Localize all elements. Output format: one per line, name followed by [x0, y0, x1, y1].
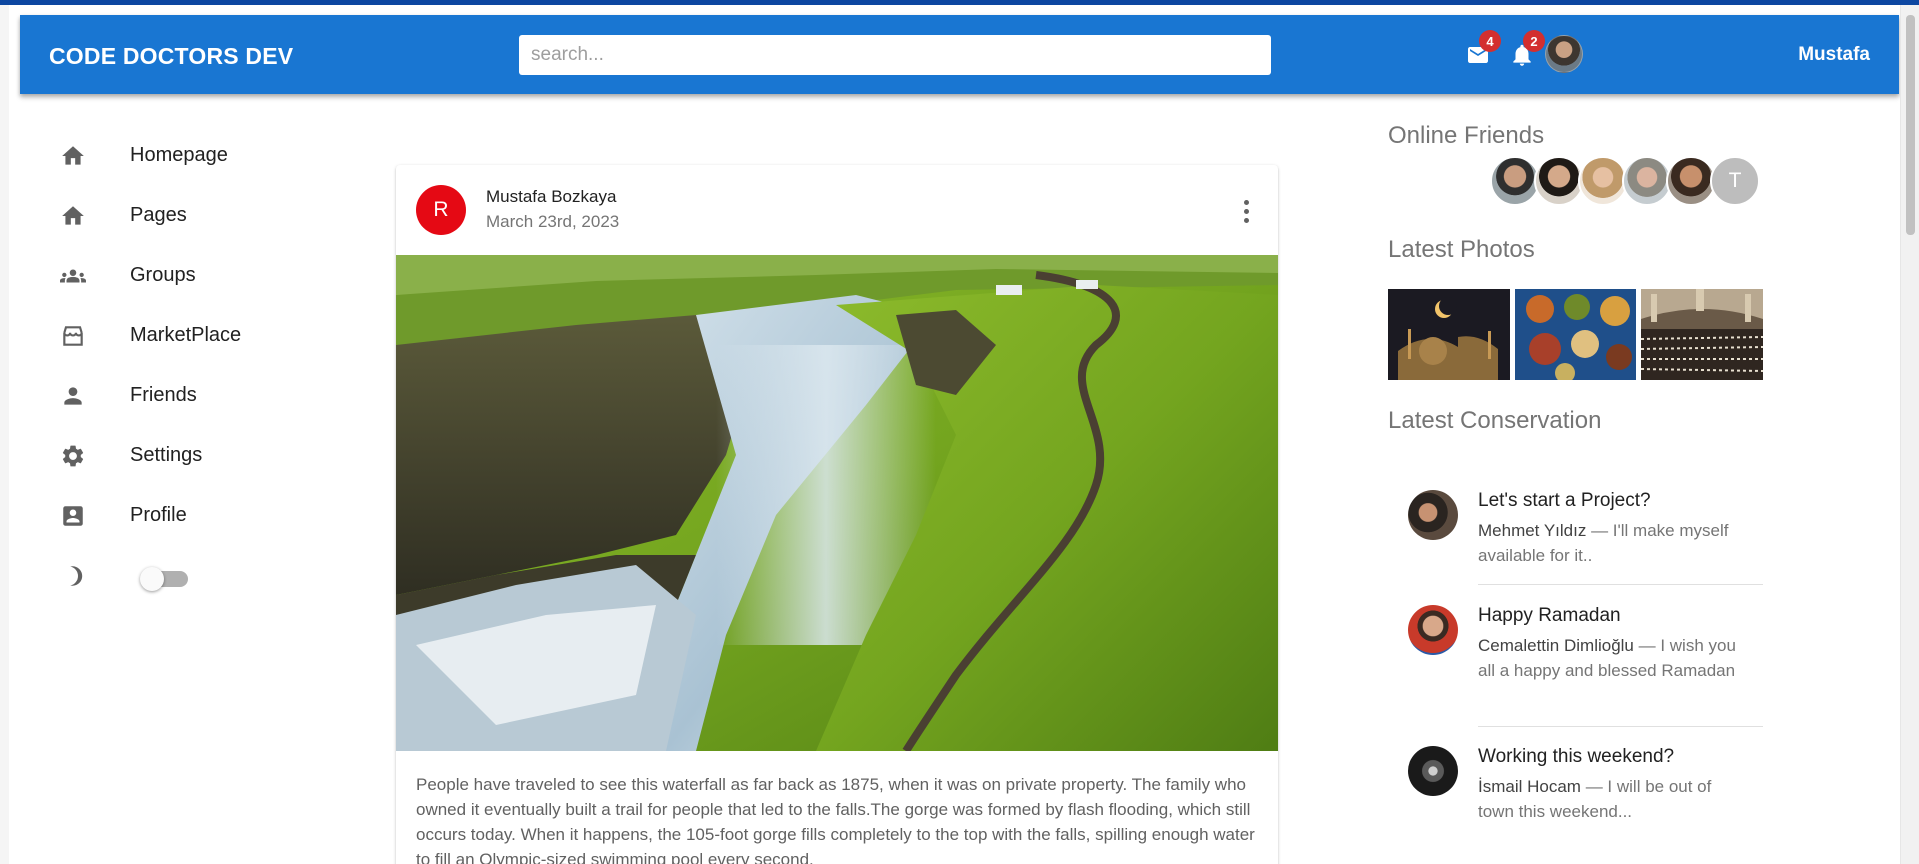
gear-icon [62, 445, 84, 467]
post-text: People have traveled to see this waterfa… [416, 775, 1255, 864]
conversation-sender: İsmail Hocam [1478, 777, 1581, 796]
conversation-divider [1478, 584, 1763, 585]
sidebar-item-label: Friends [130, 383, 197, 406]
sidebar-item-homepage[interactable]: Homepage [40, 125, 340, 185]
person-icon [64, 387, 82, 405]
post-card: R Mustafa Bozkaya March 23rd, 2023 Peopl… [396, 165, 1278, 864]
mail-button[interactable]: 4 [1463, 30, 1501, 69]
notification-count-badge: 2 [1523, 30, 1545, 52]
conversation-title: Let's start a Project? [1478, 490, 1651, 511]
conversation-item[interactable]: Happy Ramadan Cemalettin Dimlioğlu — I w… [1388, 605, 1763, 725]
notifications-button[interactable]: 2 [1507, 30, 1545, 69]
sidebar-item-label: Homepage [130, 143, 228, 166]
post-date: March 23rd, 2023 [486, 212, 620, 231]
more-vert-icon [1243, 208, 1249, 214]
conversation-preview: Cemalettin Dimlioğlu — I wish you all a … [1478, 633, 1743, 683]
conversation-preview: Mehmet Yıldız — I'll make myself availab… [1478, 518, 1743, 568]
account-box-icon [63, 506, 83, 526]
post-author-name: Mustafa Bozkaya [486, 187, 617, 206]
latest-photo[interactable] [1515, 289, 1636, 380]
conversation-avatar [1408, 490, 1458, 540]
post-image [396, 255, 1278, 751]
storefront-icon [63, 326, 83, 346]
sidebar-item-friends[interactable]: Friends [40, 365, 340, 425]
post-author-avatar[interactable]: R [416, 185, 466, 235]
app-bar: CODE DOCTORS DEV 4 2 Mustafa [20, 15, 1899, 94]
more-vert-icon [1243, 199, 1249, 205]
latest-photo[interactable] [1641, 289, 1763, 380]
latest-photos-title: Latest Photos [1388, 236, 1535, 263]
conversation-item[interactable]: Let's start a Project? Mehmet Yıldız — I… [1388, 490, 1763, 590]
conversation-item[interactable]: Working this weekend? İsmail Hocam — I w… [1388, 746, 1763, 846]
sidebar-item-label: Profile [130, 503, 187, 526]
sidebar-item-settings[interactable]: Settings [40, 425, 340, 485]
sidebar-nav: Homepage Pages Groups MarketPlace Friend… [40, 125, 340, 605]
sidebar-item-label: MarketPlace [130, 323, 242, 346]
search-input[interactable] [519, 35, 1271, 75]
latest-photo[interactable] [1388, 289, 1510, 380]
brand-title[interactable]: CODE DOCTORS DEV [49, 43, 293, 70]
more-options-button[interactable] [1234, 193, 1258, 229]
conversation-avatar [1408, 605, 1458, 655]
dark-mode-toggle-thumb[interactable] [140, 567, 164, 591]
online-friends-title: Online Friends [1388, 122, 1545, 149]
window-top-edge [0, 0, 1919, 5]
sidebar-item-groups[interactable]: Groups [40, 245, 340, 305]
conversation-sender: Mehmet Yıldız [1478, 521, 1587, 540]
more-vert-icon [1243, 217, 1249, 223]
home-icon [62, 206, 84, 225]
conversation-avatar [1408, 746, 1458, 796]
sidebar-item-label: Pages [130, 203, 187, 226]
sidebar-item-profile[interactable]: Profile [40, 485, 340, 545]
online-friend-avatar[interactable] [1534, 156, 1584, 206]
conversation-divider [1478, 726, 1763, 727]
latest-conversation-title: Latest Conservation [1388, 407, 1602, 434]
online-friend-avatar[interactable] [1622, 156, 1672, 206]
moon-icon [70, 566, 83, 586]
sidebar-item-label: Groups [130, 263, 196, 286]
conversation-preview: İsmail Hocam — I will be out of town thi… [1478, 774, 1743, 824]
sidebar-item-pages[interactable]: Pages [40, 185, 340, 245]
page-scrollbar[interactable] [1900, 5, 1919, 864]
conversation-title: Working this weekend? [1478, 746, 1675, 767]
sidebar-item-marketplace[interactable]: MarketPlace [40, 305, 340, 365]
online-friend-avatar[interactable] [1666, 156, 1716, 206]
sidebar-item-label: Settings [130, 443, 203, 466]
home-icon [62, 146, 84, 165]
scrollbar-thumb[interactable] [1906, 15, 1915, 235]
conversation-sender: Cemalettin Dimlioğlu [1478, 636, 1634, 655]
window-left-edge [0, 5, 9, 864]
groups-icon [60, 269, 86, 283]
online-friend-avatar[interactable] [1578, 156, 1628, 206]
user-avatar[interactable] [1545, 35, 1583, 73]
dark-mode-row [40, 545, 340, 605]
online-friend-avatar[interactable] [1490, 156, 1540, 206]
online-friend-avatar[interactable]: T [1710, 156, 1760, 206]
username-label[interactable]: Mustafa [1798, 44, 1870, 66]
mail-count-badge: 4 [1479, 30, 1501, 52]
conversation-title: Happy Ramadan [1478, 605, 1621, 626]
